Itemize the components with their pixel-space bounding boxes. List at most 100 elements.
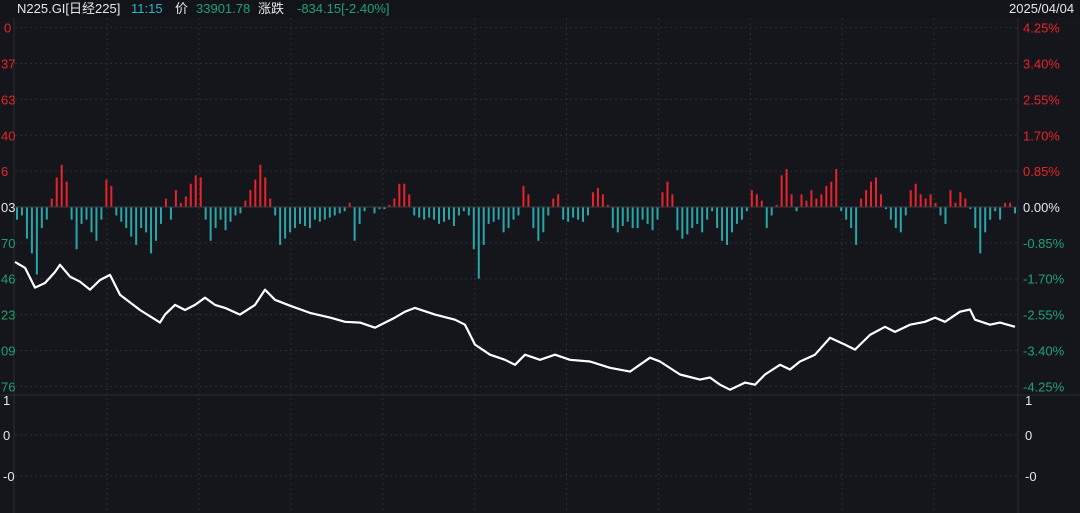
change-bar — [169, 207, 172, 220]
change-bar — [155, 207, 158, 241]
change-bar — [373, 207, 376, 214]
change-bar — [75, 207, 78, 250]
left-axis-label: 40 — [1, 128, 15, 143]
change-bar — [874, 177, 877, 207]
change-bar — [179, 202, 182, 207]
left-axis-label: 63 — [1, 92, 15, 107]
change-bar — [303, 207, 306, 226]
change-bar — [711, 207, 714, 212]
change-bar — [120, 207, 123, 222]
change-bar — [323, 207, 326, 220]
change-bar — [70, 207, 73, 220]
change-bar — [676, 207, 679, 231]
change-bar — [582, 207, 585, 222]
change-bar — [353, 207, 356, 241]
change-bar — [939, 207, 942, 216]
change-bar — [666, 181, 669, 207]
change-bar — [472, 207, 475, 250]
change-bar — [433, 207, 436, 220]
change-bar — [338, 207, 341, 214]
change-bar — [855, 207, 858, 245]
change-bar — [790, 194, 793, 207]
change-bar — [949, 190, 952, 207]
change-bar — [830, 181, 833, 207]
change-bar — [35, 207, 38, 275]
change-bar — [870, 181, 873, 207]
change-bar — [765, 207, 768, 229]
change-bar — [591, 192, 594, 207]
change-bar — [716, 207, 719, 229]
change-bar — [805, 200, 808, 207]
change-bar — [750, 190, 753, 207]
right-axis-label: 4.25% — [1023, 21, 1060, 36]
change-bar — [45, 207, 48, 220]
change-bar — [65, 181, 68, 207]
change-bar — [130, 207, 133, 237]
change-bar — [745, 207, 748, 212]
right-axis-label: -2.55% — [1023, 308, 1065, 323]
change-bar — [244, 200, 247, 207]
change-bar — [547, 207, 550, 216]
change-bar — [567, 207, 570, 222]
change-bar — [671, 194, 674, 207]
change-bar — [611, 207, 614, 229]
intraday-chart: 4.25% 0 3.40% 37 2.55% 63 1.70% 40 0.85% 6 0.00% 03… — [0, 18, 1080, 513]
left-axis-label: 03 — [1, 200, 15, 215]
change-bar — [562, 207, 565, 220]
change-bar — [696, 207, 699, 224]
change-bar — [214, 207, 217, 229]
change-bar — [477, 207, 480, 279]
change-bar — [522, 185, 525, 207]
change-bar — [984, 207, 987, 233]
right-axis-label: -1.70% — [1023, 272, 1065, 287]
change-bar — [408, 194, 411, 207]
change-bar — [889, 207, 892, 220]
change-bar — [20, 207, 23, 216]
change-bar — [184, 196, 187, 207]
lower-left-label: -0 — [3, 469, 15, 484]
change-bar — [626, 207, 629, 222]
change-bar — [527, 194, 530, 207]
change-bar — [760, 200, 763, 207]
lower-right-label: -0 — [1025, 469, 1037, 484]
change-bar — [646, 207, 649, 224]
change-bar — [661, 192, 664, 207]
symbol-name[interactable]: N225.GI[日经225] — [17, 0, 120, 18]
change-bar — [145, 207, 148, 233]
change-bar — [269, 198, 272, 207]
change-bar — [721, 207, 724, 241]
change-bar — [860, 198, 863, 207]
change-bar — [780, 175, 783, 207]
change-bar — [929, 194, 932, 207]
change-bar — [795, 207, 798, 212]
change-bar — [512, 207, 515, 220]
right-axis-label: 1.70% — [1023, 128, 1060, 143]
change-bar — [845, 207, 848, 220]
change-bar — [403, 183, 406, 207]
change-bar — [1004, 202, 1007, 207]
change-bar — [264, 177, 267, 207]
change-bar — [502, 207, 505, 233]
change-bar — [994, 207, 997, 212]
change-bar — [954, 202, 957, 207]
change-bar — [586, 207, 589, 216]
left-axis-label: 23 — [1, 308, 15, 323]
change-bar — [656, 207, 659, 220]
change-bar — [964, 198, 967, 207]
change-bar — [284, 207, 287, 239]
quote-header: N225.GI[日经225] 11:15 价 33901.78 涨跌 -834.… — [0, 0, 1080, 18]
change-bar — [840, 207, 843, 212]
change-bar — [914, 183, 917, 207]
change-bar — [418, 207, 421, 218]
change-bar — [249, 190, 252, 207]
price-value: 33901.78 — [196, 1, 251, 16]
change-bar — [110, 185, 113, 207]
change-bar — [80, 207, 83, 224]
change-bar — [621, 207, 624, 226]
change-bar — [219, 207, 222, 220]
change-bar — [735, 207, 738, 224]
change-bar — [189, 183, 192, 207]
change-bar — [770, 207, 773, 216]
change-value: -834.15[-2.40%] — [297, 1, 390, 16]
right-axis-label: 2.55% — [1023, 92, 1060, 107]
